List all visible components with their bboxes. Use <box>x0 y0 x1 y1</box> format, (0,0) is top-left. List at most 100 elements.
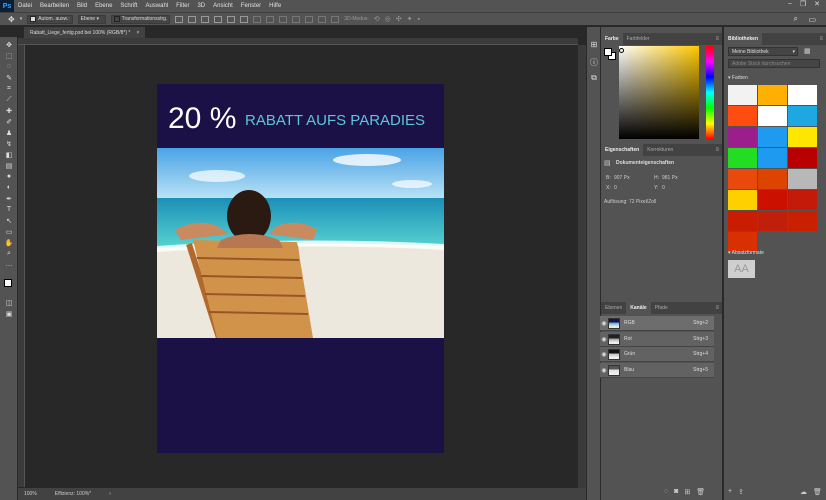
tab-pfade[interactable]: Pfade <box>651 302 672 314</box>
channel-row-green[interactable]: ◉ Grün Strg+4 <box>600 347 714 362</box>
move-tool-icon[interactable]: ✥ <box>8 15 15 24</box>
color-swatch[interactable] <box>758 148 787 168</box>
brush-tool-icon[interactable]: ✐ <box>4 117 14 126</box>
tab-eigenschaften[interactable]: Eigenschaften <box>601 144 644 156</box>
visibility-eye-icon[interactable]: ◉ <box>600 336 608 343</box>
menu-hilfe[interactable]: Hilfe <box>265 3 285 9</box>
color-swatch[interactable] <box>788 85 817 105</box>
channel-row-blue[interactable]: ◉ Blau Strg+5 <box>600 363 714 378</box>
menu-filter[interactable]: Filter <box>172 3 193 9</box>
menu-3d[interactable]: 3D <box>193 3 209 9</box>
align-left-icon[interactable] <box>214 15 223 23</box>
eyedropper-tool-icon[interactable]: ⟋ <box>4 95 14 104</box>
distribute-right-icon[interactable] <box>318 15 327 23</box>
menu-auswahl[interactable]: Auswahl <box>141 3 172 9</box>
beach-photo[interactable] <box>157 148 444 338</box>
properties-panel-menu-icon[interactable]: ≡ <box>715 147 719 153</box>
restore-button[interactable]: ❐ <box>800 0 806 8</box>
menu-schrift[interactable]: Schrift <box>116 3 141 9</box>
color-swatch[interactable] <box>728 232 757 252</box>
distribute-bottom-icon[interactable] <box>279 15 288 23</box>
menu-datei[interactable]: Datei <box>14 3 36 9</box>
color-swatch[interactable] <box>788 169 817 189</box>
color-swatch[interactable] <box>788 190 817 210</box>
delete-channel-icon[interactable]: 🗑 <box>696 488 705 496</box>
hue-slider[interactable] <box>706 46 714 139</box>
align-top-icon[interactable] <box>175 15 184 23</box>
menu-bild[interactable]: Bild <box>73 3 91 9</box>
pen-tool-icon[interactable]: ✒ <box>4 194 14 203</box>
color-swatch[interactable] <box>788 211 817 231</box>
align-center-icon[interactable] <box>227 15 236 23</box>
text-styles-section-header[interactable]: ▾ Absatzformate <box>728 250 764 256</box>
tab-ebenen[interactable]: Ebenen <box>601 302 626 314</box>
document-tab[interactable]: Rabatt_Liege_fertig.psd bei 100% (RGB/8*… <box>24 27 146 38</box>
gradient-tool-icon[interactable]: ▤ <box>4 161 14 170</box>
foreground-color-box[interactable] <box>604 48 612 56</box>
height-value[interactable]: 981 Px <box>662 175 678 181</box>
delete-element-icon[interactable]: 🗑 <box>813 488 822 496</box>
horizontal-ruler[interactable] <box>18 38 578 45</box>
quick-select-tool-icon[interactable]: ✎ <box>4 73 14 82</box>
rectangle-tool-icon[interactable]: ▭ <box>4 227 14 236</box>
screen-mode-icon[interactable]: ▣ <box>4 309 14 318</box>
text-style-sample[interactable]: AA <box>728 260 755 278</box>
color-swatch[interactable] <box>728 148 757 168</box>
move-tool-icon[interactable]: ✥ <box>4 40 14 49</box>
tab-farbfelder[interactable]: Farbfelder <box>623 33 654 45</box>
document-tab-close-icon[interactable]: × <box>136 30 139 36</box>
layers-panel-menu-icon[interactable]: ≡ <box>715 305 719 311</box>
menu-ansicht[interactable]: Ansicht <box>209 3 237 9</box>
menu-bearbeiten[interactable]: Bearbeiten <box>36 3 73 9</box>
distribute-left-icon[interactable] <box>292 15 301 23</box>
quick-mask-icon[interactable]: ◫ <box>4 298 14 307</box>
x-value[interactable]: 0 <box>614 185 617 191</box>
visibility-eye-icon[interactable]: ◉ <box>600 351 608 358</box>
color-swatch[interactable] <box>788 127 817 147</box>
info-panel-icon[interactable]: ⓘ <box>589 57 599 67</box>
marquee-tool-icon[interactable]: ⬚ <box>4 51 14 60</box>
auto-select-dropdown[interactable]: Ebene ▾ <box>77 14 106 24</box>
color-swatch[interactable] <box>728 190 757 210</box>
zoom-level[interactable]: 100% <box>24 491 37 497</box>
align-right-icon[interactable] <box>240 15 249 23</box>
color-swatch[interactable] <box>728 211 757 231</box>
menu-fenster[interactable]: Fenster <box>237 3 265 9</box>
channel-row-red[interactable]: ◉ Rot Strg+3 <box>600 332 714 347</box>
canvas-vertical-scrollbar[interactable] <box>578 45 586 488</box>
headline-text[interactable]: RABATT AUFS PARADIES <box>245 112 425 129</box>
tab-bibliotheken[interactable]: Bibliotheken <box>724 33 763 45</box>
3d-roll-icon[interactable]: ◎ <box>385 15 391 23</box>
color-swatch[interactable] <box>758 190 787 210</box>
more-tools-icon[interactable]: … <box>4 260 14 269</box>
save-selection-channel-icon[interactable]: ◙ <box>674 488 678 496</box>
visibility-eye-icon[interactable]: ◉ <box>600 320 608 327</box>
stock-search-input[interactable]: Adobe Stock durchsuchen <box>728 59 820 68</box>
blur-tool-icon[interactable]: ● <box>4 172 14 181</box>
color-swatch[interactable] <box>728 127 757 147</box>
visibility-eye-icon[interactable]: ◉ <box>600 367 608 374</box>
3d-scale-icon[interactable]: ▪ <box>417 16 419 23</box>
zoom-tool-icon[interactable]: ⌕ <box>4 249 14 258</box>
history-brush-tool-icon[interactable]: ↯ <box>4 139 14 148</box>
color-swatch[interactable] <box>758 85 787 105</box>
eraser-tool-icon[interactable]: ◧ <box>4 150 14 159</box>
hand-tool-icon[interactable]: ✋ <box>4 238 14 247</box>
creative-cloud-icon[interactable]: ☁ <box>800 488 807 496</box>
status-menu-arrow[interactable]: › <box>109 491 111 497</box>
align-bottom-icon[interactable] <box>201 15 210 23</box>
vertical-ruler[interactable] <box>18 45 25 487</box>
clone-source-panel-icon[interactable]: ⧉ <box>589 73 599 83</box>
search-icon[interactable]: ⌕ <box>794 14 798 24</box>
distribute-middle-icon[interactable] <box>266 15 275 23</box>
crop-tool-icon[interactable]: ⌗ <box>4 84 14 93</box>
path-select-tool-icon[interactable]: ↖ <box>4 216 14 225</box>
menu-ebene[interactable]: Ebene <box>91 3 116 9</box>
colors-section-header[interactable]: ▾ Farben <box>728 75 748 81</box>
lasso-tool-icon[interactable]: ◌ <box>4 62 14 71</box>
healing-brush-tool-icon[interactable]: ✚ <box>4 106 14 115</box>
3d-orbit-icon[interactable]: ⟲ <box>374 15 380 23</box>
add-element-icon[interactable]: + <box>728 488 732 496</box>
color-swatch[interactable] <box>728 85 757 105</box>
minimize-button[interactable]: – <box>788 0 792 8</box>
